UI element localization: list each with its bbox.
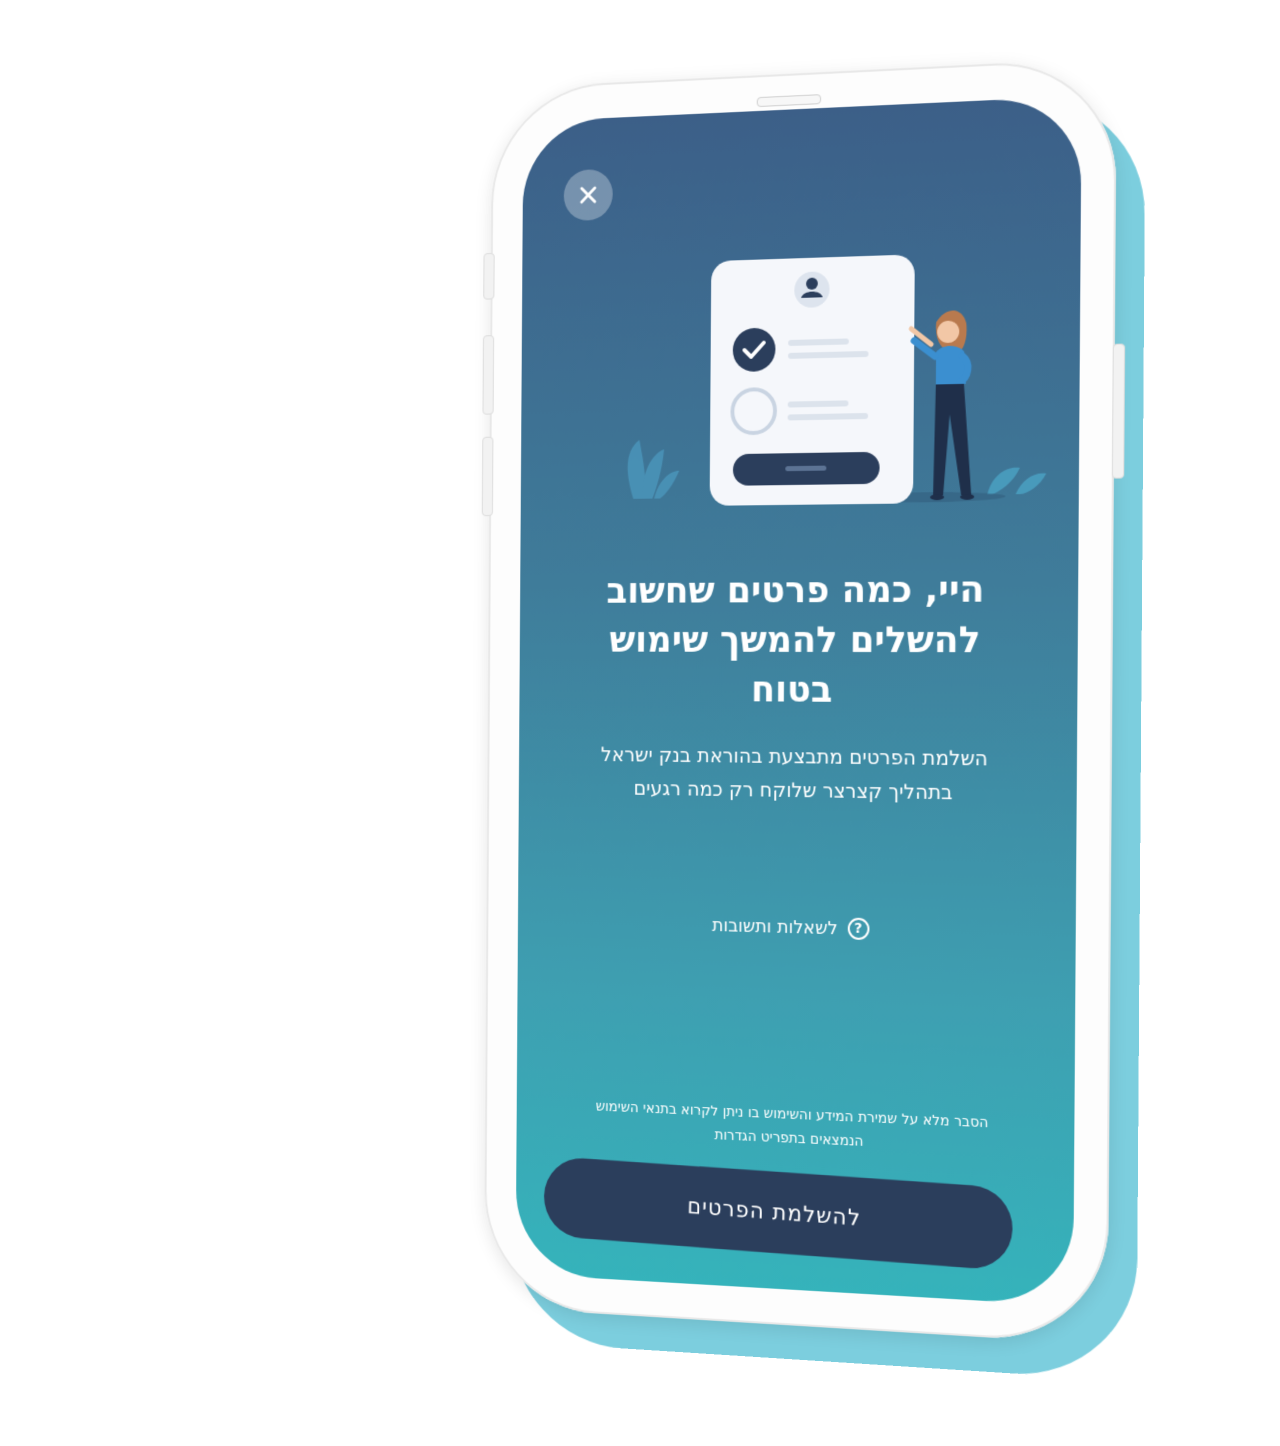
form-illustration [627, 254, 1047, 506]
volume-up-button [482, 335, 495, 415]
page-subtitle: השלמת הפרטים מתבצעת בהוראת בנק ישראל בתה… [600, 742, 988, 805]
phone-mockup: היי, כמה פרטים שחשוב להשלים להמשך שימוש … [481, 56, 1146, 1382]
woman-figure-icon [910, 310, 975, 501]
close-button[interactable] [563, 168, 613, 222]
volume-down-button [481, 436, 494, 517]
close-icon [578, 184, 599, 206]
question-icon: ? [847, 917, 870, 941]
mute-switch [483, 252, 495, 300]
power-button [1111, 343, 1126, 479]
plant-left-icon [627, 439, 680, 499]
speaker-slot [756, 94, 822, 108]
legal-disclaimer: הסבר מלא על שמירת המידע והשימוש בו ניתן … [595, 1098, 989, 1150]
phone-frame: היי, כמה פרטים שחשוב להשלים להמשך שימוש … [481, 57, 1126, 1345]
faq-link[interactable]: ? לשאלות ותשובות [518, 909, 1076, 945]
stage: היי, כמה פרטים שחשוב להשלים להמשך שימוש … [0, 0, 1280, 1446]
plant-right-icon [987, 467, 1047, 495]
app-screen: היי, כמה פרטים שחשוב להשלים להמשך שימוש … [515, 95, 1082, 1307]
faq-label: לשאלות ותשובות [711, 914, 838, 939]
page-title: היי, כמה פרטים שחשוב להשלים להמשך שימוש … [606, 569, 985, 711]
complete-details-button[interactable]: להשלמת הפרטים [543, 1155, 1014, 1272]
